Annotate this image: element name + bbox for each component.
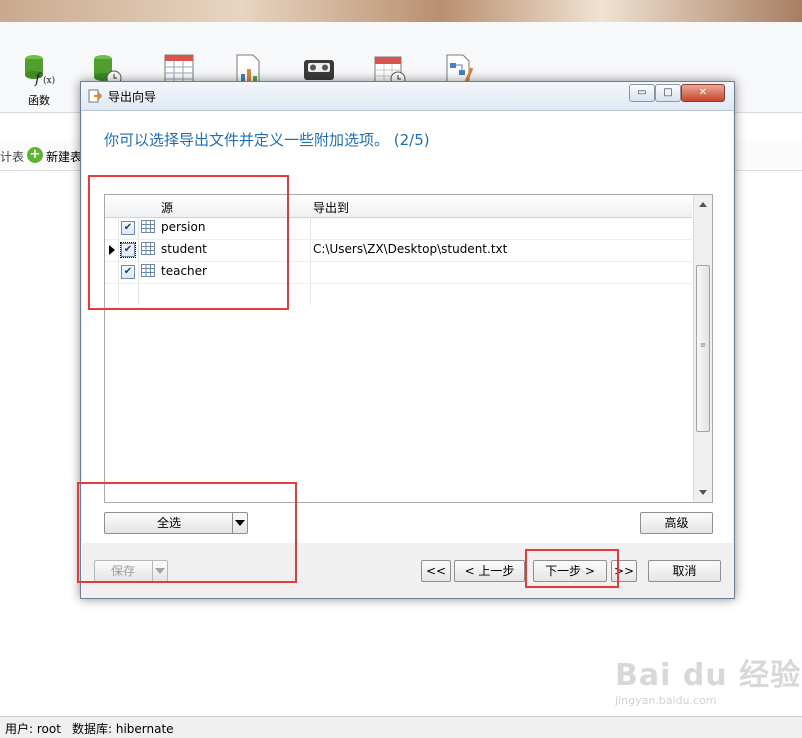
grid-vertical-scrollbar[interactable]: ≡	[693, 195, 712, 502]
close-button[interactable]: ✕	[681, 84, 725, 102]
maximize-button[interactable]: □	[655, 84, 681, 102]
highlight-box-select-all	[77, 482, 297, 583]
advanced-button[interactable]: 高级	[640, 512, 713, 534]
baidu-watermark: Bai du 经验 jingyan.baidu.com	[615, 650, 801, 707]
function-database-icon: f (x)	[21, 52, 57, 88]
wizard-heading: 你可以选择导出文件并定义一些附加选项。 (2/5)	[104, 131, 430, 149]
scrollbar-grip-icon: ≡	[700, 341, 706, 349]
toolbar-functions-label: 函数	[28, 94, 50, 107]
watermark-url: jingyan.baidu.com	[615, 694, 717, 707]
new-table-button[interactable]: 新建表	[46, 148, 82, 165]
watermark-logo: Bai du 经验	[615, 658, 802, 693]
dialog-title: 导出向导	[108, 90, 157, 104]
minimize-button[interactable]: ▭	[629, 84, 655, 102]
dialog-titlebar[interactable]: 导出向导 ▭ □ ✕	[81, 82, 734, 111]
toolbar-functions[interactable]: f (x) 函数	[11, 52, 67, 108]
status-user: 用户: root	[5, 722, 61, 736]
svg-text:(x): (x)	[43, 75, 55, 86]
first-step-button[interactable]: <<	[421, 560, 451, 582]
scroll-down-arrow-icon[interactable]	[699, 490, 707, 495]
column-header-export-to[interactable]: 导出到	[313, 199, 349, 216]
background-window-strip	[0, 0, 802, 22]
previous-button[interactable]: < 上一步	[454, 560, 525, 582]
row-export-path[interactable]: C:\Users\ZX\Desktop\student.txt	[313, 242, 507, 256]
status-database: 数据库: hibernate	[72, 722, 174, 736]
scroll-up-arrow-icon[interactable]	[699, 202, 707, 207]
export-wizard-icon	[88, 89, 103, 103]
highlight-box-table-list	[88, 175, 289, 310]
status-bar: 用户: root 数据库: hibernate	[0, 716, 802, 738]
cancel-button[interactable]: 取消	[648, 560, 721, 582]
plus-icon: +	[27, 147, 43, 163]
highlight-box-next	[525, 549, 619, 588]
subbar-left-text: 计表	[0, 150, 25, 164]
scrollbar-thumb[interactable]: ≡	[696, 265, 710, 432]
